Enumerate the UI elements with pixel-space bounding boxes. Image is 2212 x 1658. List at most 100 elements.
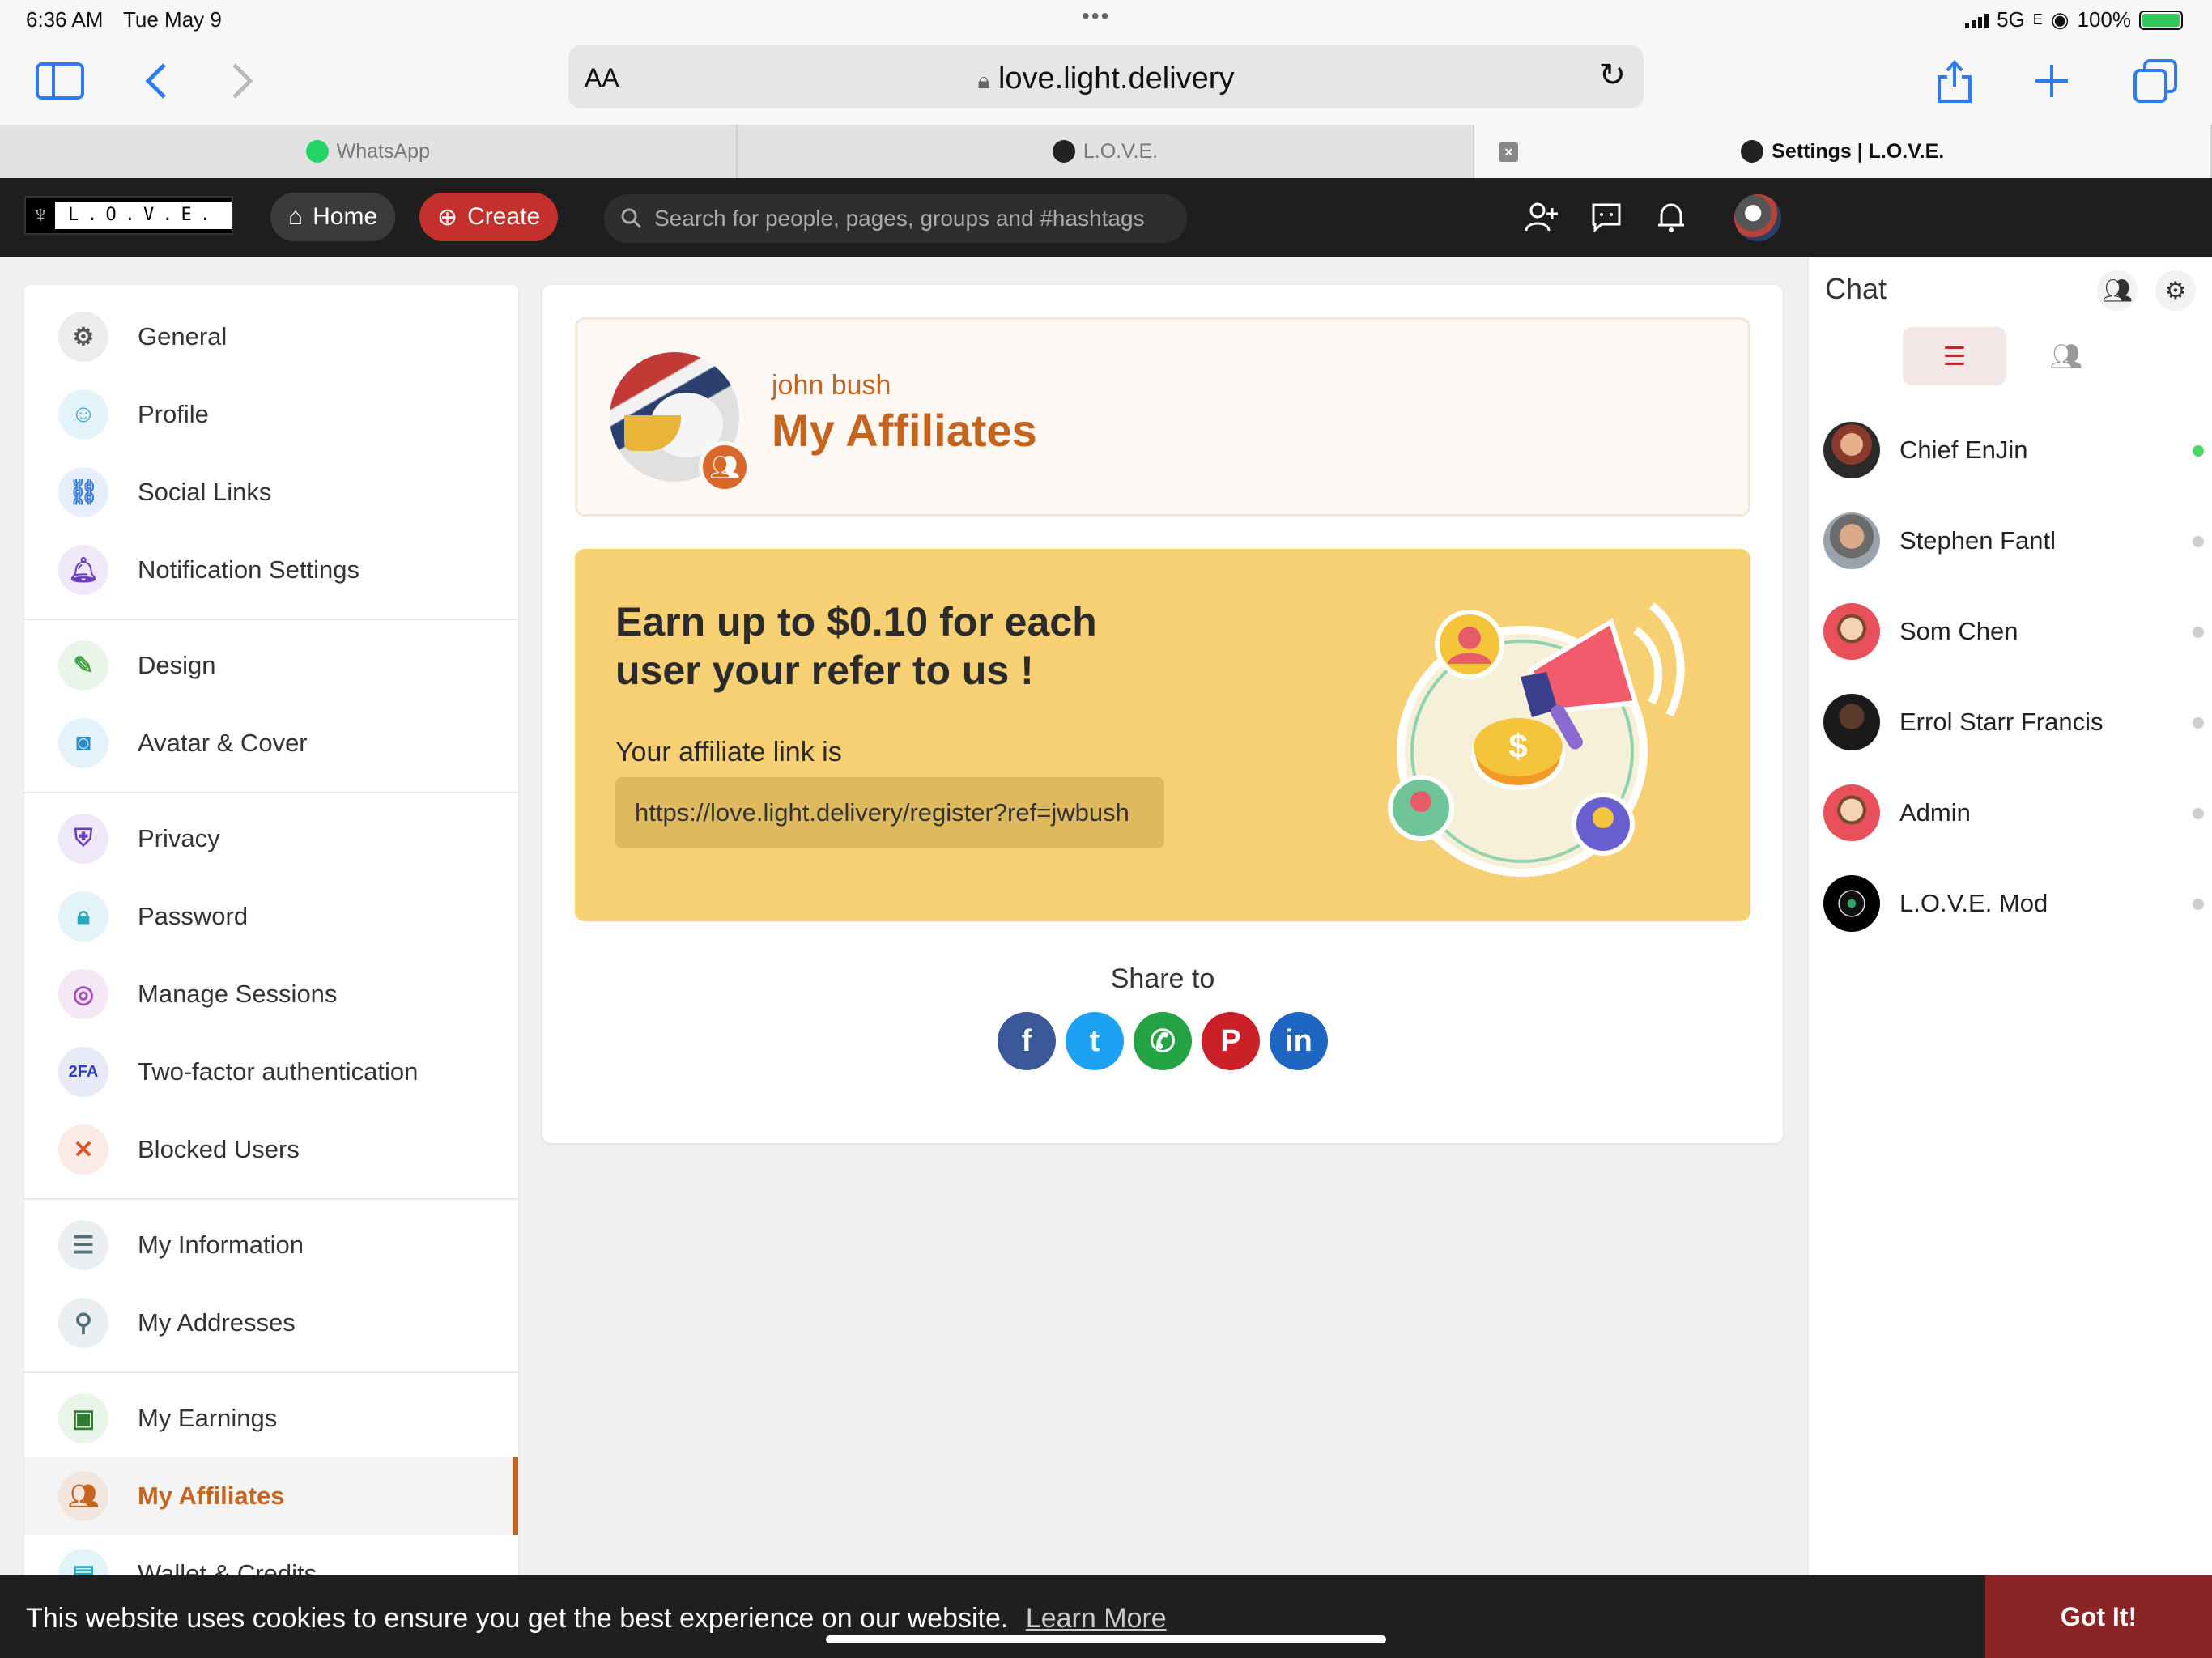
address-url[interactable]: 🔒︎ love.light.delivery — [568, 62, 1644, 96]
forward-icon[interactable] — [217, 55, 269, 107]
tab-settings[interactable]: × Settings | L.O.V.E. — [1474, 125, 2212, 178]
search-icon — [621, 208, 642, 229]
tab-overview-icon[interactable] — [2129, 55, 2181, 107]
home-label: Home — [313, 203, 378, 230]
tab-label: L.O.V.E. — [1083, 139, 1159, 163]
got-it-button[interactable]: Got It! — [1985, 1575, 2212, 1658]
sidebar-divider — [24, 619, 518, 620]
group-icon: 👥︎ — [58, 1471, 108, 1521]
fingerprint-icon: ◎ — [58, 969, 108, 1019]
whatsapp-share-icon[interactable]: ✆ — [1134, 1012, 1192, 1070]
multitasking-dots-icon[interactable]: ••• — [1082, 3, 1110, 29]
brush-icon: ✎ — [58, 640, 108, 691]
lock-icon: 🔒︎ — [58, 891, 108, 942]
close-tab-icon[interactable]: × — [1499, 142, 1519, 162]
sidebar-item-two-factor[interactable]: 2FA Two-factor authentication — [24, 1033, 518, 1111]
username[interactable]: john bush — [772, 370, 891, 402]
sidebar-item-design[interactable]: ✎ Design — [24, 627, 518, 704]
sidebar-divider — [24, 1198, 518, 1200]
chat-settings-gear-icon[interactable]: ⚙ — [2155, 270, 2196, 311]
group-badge-icon: 👥︎ — [699, 441, 751, 493]
add-friend-icon[interactable] — [1519, 194, 1564, 240]
sidebar-item-profile[interactable]: ☺ Profile — [24, 376, 518, 453]
cookie-message: This website uses cookies to ensure you … — [26, 1603, 1167, 1635]
sidebar-item-label: Two-factor authentication — [138, 1057, 419, 1086]
site-logo[interactable]: ♆ L.O.V.E. — [24, 196, 233, 235]
network-suffix: E — [2032, 11, 2043, 28]
home-indicator[interactable] — [826, 1635, 1386, 1643]
profile-header: 👥︎ john bush My Affiliates — [575, 317, 1750, 517]
notifications-bell-icon[interactable] — [1648, 194, 1694, 240]
chat-contact[interactable]: Stephen Fantl — [1823, 508, 2204, 573]
settings-sidebar: ⚙ General ☺ Profile ⛓ Social Links 🔔︎ No… — [24, 285, 518, 1658]
location-pin-icon: ⚲ — [58, 1298, 108, 1348]
address-bar[interactable]: AA 🔒︎ love.light.delivery ↻ — [568, 45, 1644, 108]
reload-icon[interactable]: ↻ — [1598, 57, 1626, 94]
sidebar-item-privacy[interactable]: ⛨ Privacy — [24, 800, 518, 878]
messages-icon[interactable] — [1584, 194, 1629, 240]
sidebar-item-avatar-cover[interactable]: ◙ Avatar & Cover — [24, 704, 518, 782]
share-icon[interactable] — [1929, 55, 1980, 107]
sidebar-item-label: My Affiliates — [138, 1482, 285, 1510]
url-text: love.light.delivery — [998, 62, 1235, 96]
sidebar-item-label: General — [138, 322, 228, 351]
sidebar-item-my-information[interactable]: ☰ My Information — [24, 1206, 518, 1284]
tab-whatsapp[interactable]: WhatsApp — [0, 125, 738, 178]
gear-icon: ⚙ — [58, 312, 108, 362]
add-group-chat-icon[interactable]: 👥︎ — [2097, 270, 2138, 311]
contact-name: Admin — [1899, 798, 1971, 827]
affiliate-link-field[interactable]: https://love.light.delivery/register?ref… — [615, 777, 1164, 848]
network-label: 5G — [1997, 7, 2025, 32]
clipboard-icon: ☰ — [58, 1220, 108, 1270]
contacts-tab-icon[interactable]: ☰ — [1903, 327, 2006, 385]
chat-contact[interactable]: Som Chen — [1823, 599, 2204, 664]
chat-contact[interactable]: Admin — [1823, 780, 2204, 845]
linkedin-share-icon[interactable]: in — [1270, 1012, 1328, 1070]
share-buttons: f t ✆ P in — [998, 1012, 1328, 1070]
sidebar-toggle-icon[interactable] — [34, 55, 86, 107]
twitter-share-icon[interactable]: t — [1066, 1012, 1124, 1070]
status-time: 6:36 AM — [26, 7, 104, 32]
online-status-dot — [2193, 445, 2204, 457]
chat-contact[interactable]: L.O.V.E. Mod — [1823, 871, 2204, 936]
camera-icon: ◙ — [58, 718, 108, 768]
site-header: ♆ L.O.V.E. ⌂ Home ⊕ Create Search for pe… — [0, 178, 2212, 257]
tab-label: Settings | L.O.V.E. — [1772, 139, 1945, 163]
avatar — [1823, 422, 1880, 478]
offline-status-dot — [2193, 808, 2204, 819]
facebook-share-icon[interactable]: f — [998, 1012, 1056, 1070]
tab-love[interactable]: L.O.V.E. — [738, 125, 1475, 178]
groups-tab-icon[interactable]: 👥︎ — [2014, 327, 2118, 385]
sidebar-item-password[interactable]: 🔒︎ Password — [24, 878, 518, 955]
home-icon: ⌂ — [288, 203, 304, 230]
sidebar-item-notification-settings[interactable]: 🔔︎ Notification Settings — [24, 531, 518, 609]
chat-contact[interactable]: Errol Starr Francis — [1823, 690, 2204, 755]
sidebar-item-manage-sessions[interactable]: ◎ Manage Sessions — [24, 955, 518, 1033]
sidebar-item-label: Blocked Users — [138, 1135, 300, 1163]
offline-status-dot — [2193, 536, 2204, 547]
logo-mark-icon: ♆ — [31, 202, 50, 228]
cookie-banner: This website uses cookies to ensure you … — [0, 1575, 2212, 1658]
sidebar-item-label: Privacy — [138, 824, 220, 852]
offline-status-dot — [2193, 717, 2204, 729]
sidebar-item-general[interactable]: ⚙ General — [24, 298, 518, 376]
love-favicon-icon — [1052, 140, 1075, 163]
learn-more-link[interactable]: Learn More — [1026, 1603, 1167, 1634]
sidebar-item-blocked-users[interactable]: ✕ Blocked Users — [24, 1111, 518, 1188]
chat-contact[interactable]: Chief EnJin — [1823, 418, 2204, 483]
sidebar-item-social-links[interactable]: ⛓ Social Links — [24, 453, 518, 531]
search-input[interactable]: Search for people, pages, groups and #ha… — [604, 194, 1187, 243]
back-icon[interactable] — [130, 55, 181, 107]
sidebar-item-my-earnings[interactable]: ▣ My Earnings — [24, 1380, 518, 1457]
home-button[interactable]: ⌂ Home — [270, 193, 396, 241]
user-avatar[interactable] — [1734, 194, 1781, 241]
bell-icon: 🔔︎ — [58, 545, 108, 595]
sidebar-item-my-affiliates[interactable]: 👥︎ My Affiliates — [24, 1457, 518, 1535]
pinterest-share-icon[interactable]: P — [1202, 1012, 1260, 1070]
new-tab-icon[interactable] — [2026, 55, 2078, 107]
create-button[interactable]: ⊕ Create — [419, 193, 559, 241]
money-icon: ▣ — [58, 1393, 108, 1443]
browser-toolbar: AA 🔒︎ love.light.delivery ↻ — [0, 37, 2212, 125]
sidebar-item-my-addresses[interactable]: ⚲ My Addresses — [24, 1284, 518, 1362]
offline-status-dot — [2193, 627, 2204, 638]
